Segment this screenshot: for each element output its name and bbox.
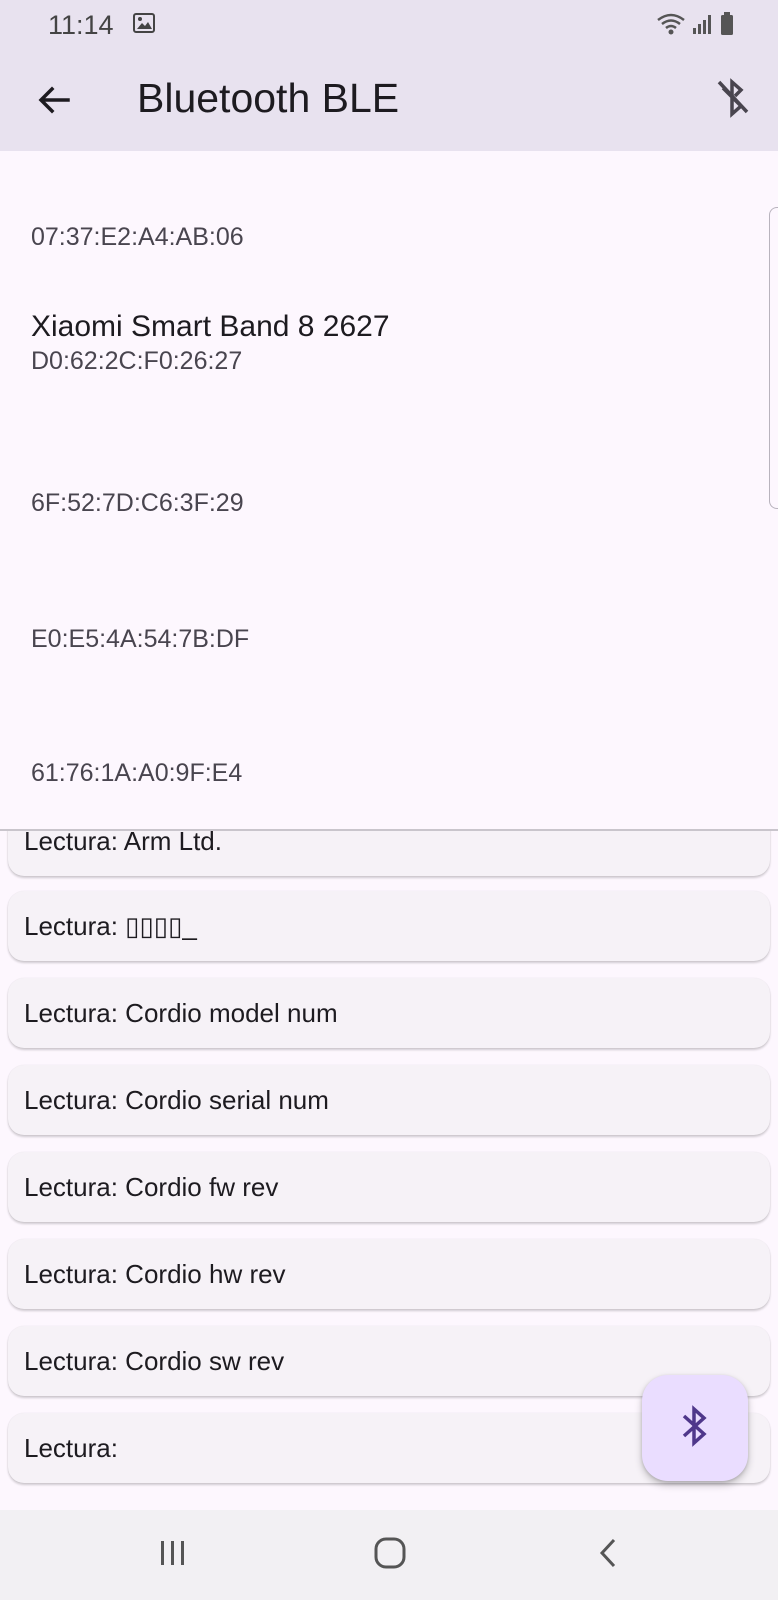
device-list[interactable]: 07:37:E2:A4:AB:06 Xiaomi Smart Band 8 26… [0, 151, 778, 829]
arrow-back-icon [34, 86, 74, 124]
device-mac: 6F:52:7D:C6:3F:29 [31, 489, 244, 517]
device-item[interactable]: 07:37:E2:A4:AB:06 [31, 221, 244, 253]
app-bar: Bluetooth BLE [0, 48, 778, 151]
system-back-button[interactable] [588, 1535, 628, 1575]
home-button[interactable] [370, 1535, 410, 1575]
status-bar: 11:14 [0, 0, 778, 48]
page-title: Bluetooth BLE [137, 75, 400, 121]
status-time: 11:14 [48, 10, 114, 40]
reading-card[interactable]: Lectura: ▯▯▯▯_ [8, 891, 770, 961]
device-item[interactable]: 61:76:1A:A0:9F:E4 [31, 757, 242, 789]
device-mac: 07:37:E2:A4:AB:06 [31, 223, 244, 251]
device-mac: 61:76:1A:A0:9F:E4 [31, 759, 243, 787]
reading-card[interactable]: Lectura: Arm Ltd. [8, 831, 770, 876]
device-item[interactable]: 6F:52:7D:C6:3F:29 [31, 487, 244, 519]
reading-text: Lectura: Cordio fw rev [24, 1171, 279, 1202]
chevron-left-icon [596, 1537, 620, 1574]
device-item[interactable]: E0:E5:4A:54:7B:DF [31, 623, 249, 655]
bluetooth-toggle-button[interactable] [713, 76, 753, 120]
recent-apps-button[interactable] [153, 1535, 193, 1575]
wifi-icon [656, 12, 686, 41]
home-icon [373, 1536, 407, 1575]
device-mac: D0:62:2C:F0:26:27 [31, 347, 243, 375]
scrollbar[interactable] [769, 207, 778, 509]
reading-text: Lectura: Cordio model num [24, 997, 338, 1028]
battery-icon [720, 12, 734, 41]
device-item[interactable]: Xiaomi Smart Band 8 2627 D0:62:2C:F0:26:… [31, 309, 390, 377]
device-mac: E0:E5:4A:54:7B:DF [31, 625, 250, 653]
reading-text: Lectura: Cordio hw rev [24, 1258, 286, 1289]
device-name: Xiaomi Smart Band 8 2627 [31, 310, 390, 343]
reading-text: Lectura: Arm Ltd. [24, 831, 222, 856]
signal-icon [692, 13, 714, 40]
reading-text: Lectura: Cordio sw rev [24, 1345, 285, 1376]
image-notification-icon [133, 13, 155, 38]
reading-text: Lectura: Cordio serial num [24, 1084, 329, 1115]
reading-card[interactable]: Lectura: Cordio model num [8, 978, 770, 1048]
reading-text: Lectura: ▯▯▯▯_ [24, 910, 197, 941]
system-nav-bar [0, 1510, 778, 1600]
scan-fab-button[interactable] [642, 1375, 748, 1481]
reading-text: Lectura: [24, 1432, 118, 1463]
back-button[interactable] [34, 80, 74, 120]
reading-card[interactable]: Lectura: Cordio serial num [8, 1065, 770, 1135]
bluetooth-disabled-icon [713, 78, 753, 124]
bluetooth-icon [678, 1404, 712, 1453]
reading-card[interactable]: Lectura: Cordio fw rev [8, 1152, 770, 1222]
reading-card[interactable]: Lectura: Cordio hw rev [8, 1239, 770, 1309]
recents-icon [158, 1539, 188, 1572]
